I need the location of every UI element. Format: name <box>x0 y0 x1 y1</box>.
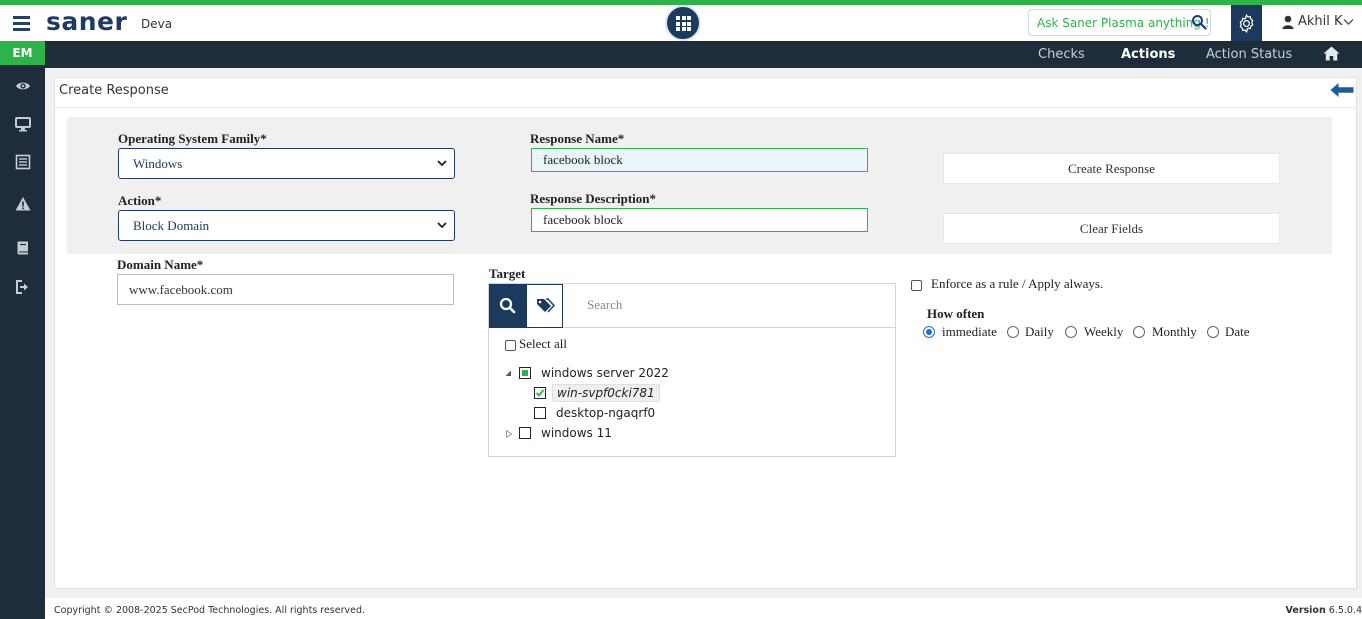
clear-fields-button[interactable]: Clear Fields <box>943 213 1280 244</box>
page-footer: Copyright © 2008-2025 SecPod Technologie… <box>45 598 1362 619</box>
target-tags-button[interactable] <box>526 284 563 328</box>
domain-name-label: Domain Name* <box>117 257 204 272</box>
action-value: Block Domain <box>133 218 210 233</box>
action-label: Action* <box>118 193 162 208</box>
how-often-label: How often <box>927 306 985 321</box>
module-tab-em[interactable]: EM <box>0 41 45 65</box>
user-menu-name[interactable]: Akhil K <box>1298 14 1343 29</box>
left-sidebar: EM <box>0 41 45 619</box>
nav-checks[interactable]: Checks <box>1038 47 1085 62</box>
select-all-label: Select all <box>519 336 568 351</box>
page-title: Create Response <box>59 83 169 98</box>
search-icon <box>499 297 516 314</box>
tree-checkbox-desktop-ngaqrf0[interactable] <box>534 407 546 419</box>
chevron-down-icon <box>437 160 447 167</box>
nav-actions[interactable]: Actions <box>1121 47 1175 62</box>
alert-icon[interactable] <box>15 196 31 212</box>
tree-node-windows-11[interactable]: windows 11 <box>541 426 612 440</box>
tree-checkbox-win-svpf0cki781[interactable] <box>534 387 546 399</box>
user-icon <box>1282 15 1294 29</box>
hamburger-menu-icon[interactable] <box>13 16 30 31</box>
back-arrow-icon[interactable] <box>1330 82 1354 98</box>
list-icon[interactable] <box>15 154 31 170</box>
version-info: Version 6.5.0.4 <box>1286 605 1362 616</box>
ask-plasma-search[interactable]: Ask Saner Plasma anything ! <box>1028 9 1211 36</box>
response-form-box: Operating System Family* Windows Action*… <box>67 117 1332 254</box>
gear-icon <box>1239 13 1254 34</box>
radio-daily[interactable] <box>1007 326 1019 338</box>
org-name: Deva <box>141 17 173 31</box>
radio-immediate-label: immediate <box>942 324 997 339</box>
response-description-label: Response Description* <box>530 191 657 206</box>
target-selector: Search Select all windows server 2022 wi… <box>488 283 896 457</box>
os-family-select[interactable]: Windows <box>118 148 455 179</box>
search-icon[interactable] <box>1191 14 1207 30</box>
checkmark-icon <box>535 389 545 397</box>
home-icon[interactable] <box>1323 46 1340 61</box>
response-name-label: Response Name* <box>530 131 625 146</box>
response-description-input[interactable]: facebook block <box>531 208 868 232</box>
radio-date-label: Date <box>1225 324 1250 339</box>
panel-divider <box>55 107 1356 108</box>
action-select[interactable]: Block Domain <box>118 210 455 241</box>
radio-monthly-label: Monthly <box>1152 324 1197 339</box>
create-response-button[interactable]: Create Response <box>943 153 1280 184</box>
enforce-rule-label: Enforce as a rule / Apply always. <box>931 276 1104 291</box>
radio-weekly-label: Weekly <box>1084 324 1124 339</box>
radio-immediate[interactable] <box>923 326 935 338</box>
version-value: 6.5.0.4 <box>1328 605 1362 616</box>
radio-date[interactable] <box>1207 326 1219 338</box>
nav-action-status[interactable]: Action Status <box>1206 47 1292 62</box>
radio-monthly[interactable] <box>1133 326 1145 338</box>
top-nav-bar: Checks Actions Action Status <box>45 41 1362 68</box>
tags-icon <box>537 298 555 313</box>
book-icon[interactable] <box>15 240 31 256</box>
apps-grid-button[interactable] <box>665 5 701 41</box>
apps-grid-icon <box>676 16 691 31</box>
copyright-text: Copyright © 2008-2025 SecPod Technologie… <box>54 605 366 616</box>
domain-name-input[interactable]: www.facebook.com <box>117 274 454 305</box>
tree-node-desktop-ngaqrf0[interactable]: desktop-ngaqrf0 <box>556 406 655 420</box>
os-family-value: Windows <box>133 156 183 171</box>
os-family-label: Operating System Family* <box>118 131 267 146</box>
eye-icon[interactable] <box>15 78 31 94</box>
tree-node-windows-server-2022[interactable]: windows server 2022 <box>541 366 669 380</box>
saner-logo[interactable]: saner <box>46 7 127 36</box>
target-search-button[interactable] <box>489 284 526 328</box>
expand-triangle-icon[interactable] <box>505 370 512 377</box>
monitor-icon[interactable] <box>15 116 31 132</box>
create-response-panel: Create Response Operating System Family*… <box>54 77 1357 589</box>
tree-checkbox-windows-11[interactable] <box>519 427 531 439</box>
target-search-input[interactable]: Search <box>563 284 895 328</box>
ask-plasma-text: Ask Saner Plasma anything ! <box>1037 16 1210 30</box>
radio-weekly[interactable] <box>1065 326 1077 338</box>
tree-node-win-svpf0cki781[interactable]: win-svpf0cki781 <box>552 384 660 402</box>
chevron-down-icon[interactable] <box>1343 18 1354 26</box>
target-label: Target <box>489 266 526 281</box>
enforce-rule-checkbox[interactable] <box>911 280 922 291</box>
collapse-triangle-icon[interactable] <box>506 430 512 438</box>
tree-checkbox-windows-server-2022[interactable] <box>519 367 531 379</box>
chevron-down-icon <box>437 222 447 229</box>
logout-icon[interactable] <box>15 279 31 295</box>
select-all-checkbox[interactable] <box>505 340 516 351</box>
settings-button[interactable] <box>1231 5 1262 41</box>
radio-daily-label: Daily <box>1025 324 1054 339</box>
top-header: saner Deva Ask Saner Plasma anything ! A… <box>0 5 1362 41</box>
response-name-input[interactable]: facebook block <box>531 148 868 172</box>
version-label: Version <box>1285 605 1326 616</box>
